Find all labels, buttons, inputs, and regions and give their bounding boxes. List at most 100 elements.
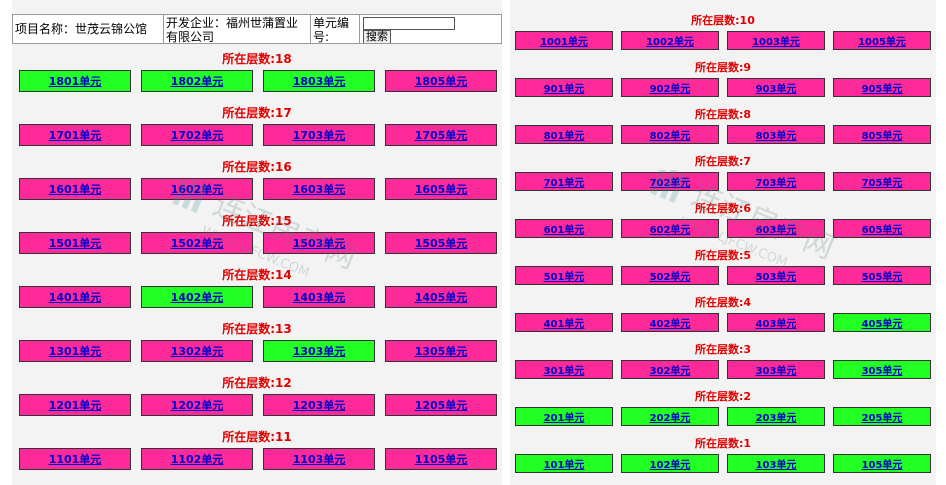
unit-button[interactable]: 1501单元	[19, 232, 131, 254]
unit-button[interactable]: 602单元	[621, 219, 719, 238]
unit-button[interactable]: 305单元	[833, 360, 931, 379]
unit-button[interactable]: 703单元	[727, 172, 825, 191]
unit-button[interactable]: 902单元	[621, 78, 719, 97]
unit-button[interactable]: 1203单元	[263, 394, 375, 416]
unit-button[interactable]: 403单元	[727, 313, 825, 332]
unit-button[interactable]: 1701单元	[19, 124, 131, 146]
floor-label: 所在层数:16	[222, 160, 292, 174]
floor-label: 所在层数:18	[222, 52, 292, 66]
unit-button[interactable]: 1705单元	[385, 124, 497, 146]
unit-button[interactable]: 505单元	[833, 266, 931, 285]
unit-button[interactable]: 1005单元	[833, 31, 931, 50]
unit-button[interactable]: 1303单元	[263, 340, 375, 362]
floor-label: 所在层数:14	[222, 268, 292, 282]
unit-button[interactable]: 1605单元	[385, 178, 497, 200]
floor-label: 所在层数:5	[694, 249, 752, 262]
right-floor-panel: 所在层数:10 1001单元 1002单元 1003单元 1005单元所在层数:9 901…	[510, 0, 936, 485]
unit-button[interactable]: 105单元	[833, 454, 931, 473]
unit-button[interactable]: 405单元	[833, 313, 931, 332]
unit-button[interactable]: 1702单元	[141, 124, 253, 146]
unit-button[interactable]: 101单元	[515, 454, 613, 473]
watermark-logo-2: 连江房产网 WWW.LJFCW.COM	[650, 170, 839, 271]
left-floor-panel: 项目名称：世茂云锦公馆 开发企业：福州世蒲置业有限公司 单元编号: 搜索 所在层…	[12, 0, 502, 485]
floor-label: 所在层数:1	[694, 437, 752, 450]
developer-name: 开发企业：福州世蒲置业有限公司	[164, 15, 311, 43]
unit-button[interactable]: 102单元	[621, 454, 719, 473]
unit-button[interactable]: 302单元	[621, 360, 719, 379]
unit-button[interactable]: 705单元	[833, 172, 931, 191]
unit-button[interactable]: 605单元	[833, 219, 931, 238]
unit-button[interactable]: 402单元	[621, 313, 719, 332]
unit-button[interactable]: 1103单元	[263, 448, 375, 470]
unit-button[interactable]: 303单元	[727, 360, 825, 379]
floor-label: 所在层数:12	[222, 376, 292, 390]
search-header: 项目名称：世茂云锦公馆 开发企业：福州世蒲置业有限公司 单元编号: 搜索	[12, 14, 502, 44]
unit-button[interactable]: 1205单元	[385, 394, 497, 416]
unit-button[interactable]: 1003单元	[727, 31, 825, 50]
unit-button[interactable]: 1301单元	[19, 340, 131, 362]
unit-button[interactable]: 103单元	[727, 454, 825, 473]
unit-button[interactable]: 501单元	[515, 266, 613, 285]
floor-label: 所在层数:3	[694, 343, 752, 356]
unit-number-label: 单元编号:	[311, 15, 360, 43]
unit-button[interactable]: 502单元	[621, 266, 719, 285]
unit-button[interactable]: 702单元	[621, 172, 719, 191]
unit-number-input[interactable]	[363, 17, 455, 30]
unit-button[interactable]: 802单元	[621, 125, 719, 144]
unit-button[interactable]: 201单元	[515, 407, 613, 426]
unit-button[interactable]: 1703单元	[263, 124, 375, 146]
unit-button[interactable]: 803单元	[727, 125, 825, 144]
unit-button[interactable]: 701单元	[515, 172, 613, 191]
unit-button[interactable]: 601单元	[515, 219, 613, 238]
unit-button[interactable]: 1405单元	[385, 286, 497, 308]
floor-label: 所在层数:17	[222, 106, 292, 120]
floor-label: 所在层数:9	[694, 61, 752, 74]
unit-button[interactable]: 401单元	[515, 313, 613, 332]
unit-button[interactable]: 603单元	[727, 219, 825, 238]
unit-button[interactable]: 1101单元	[19, 448, 131, 470]
unit-button[interactable]: 1402单元	[141, 286, 253, 308]
unit-button[interactable]: 1505单元	[385, 232, 497, 254]
floor-label: 所在层数:8	[694, 108, 752, 121]
unit-button[interactable]: 1001单元	[515, 31, 613, 50]
unit-button[interactable]: 1805单元	[385, 70, 497, 92]
floor-label: 所在层数:6	[694, 202, 752, 215]
unit-button[interactable]: 805单元	[833, 125, 931, 144]
unit-button[interactable]: 1302单元	[141, 340, 253, 362]
floor-label: 所在层数:15	[222, 214, 292, 228]
floor-label: 所在层数:10	[691, 14, 755, 27]
unit-button[interactable]: 1601单元	[19, 178, 131, 200]
floor-label: 所在层数:4	[694, 296, 752, 309]
floor-label: 所在层数:2	[694, 390, 752, 403]
unit-button[interactable]: 1305单元	[385, 340, 497, 362]
floor-label: 所在层数:13	[222, 322, 292, 336]
unit-button[interactable]: 1403单元	[263, 286, 375, 308]
unit-button[interactable]: 1603单元	[263, 178, 375, 200]
unit-button[interactable]: 301单元	[515, 360, 613, 379]
unit-button[interactable]: 203单元	[727, 407, 825, 426]
unit-button[interactable]: 901单元	[515, 78, 613, 97]
unit-button[interactable]: 903单元	[727, 78, 825, 97]
unit-button[interactable]: 1503单元	[263, 232, 375, 254]
unit-button[interactable]: 1602单元	[141, 178, 253, 200]
unit-button[interactable]: 1105单元	[385, 448, 497, 470]
unit-button[interactable]: 202单元	[621, 407, 719, 426]
unit-button[interactable]: 1803单元	[263, 70, 375, 92]
unit-button[interactable]: 1401单元	[19, 286, 131, 308]
project-name: 项目名称：世茂云锦公馆	[13, 15, 164, 43]
floor-label: 所在层数:11	[222, 430, 292, 444]
search-cell: 搜索	[360, 15, 501, 43]
unit-button[interactable]: 205单元	[833, 407, 931, 426]
unit-button[interactable]: 1002单元	[621, 31, 719, 50]
unit-button[interactable]: 801单元	[515, 125, 613, 144]
floor-label: 所在层数:7	[694, 155, 752, 168]
unit-button[interactable]: 1102单元	[141, 448, 253, 470]
search-button[interactable]: 搜索	[363, 30, 391, 43]
unit-button[interactable]: 1801单元	[19, 70, 131, 92]
unit-button[interactable]: 1502单元	[141, 232, 253, 254]
unit-button[interactable]: 905单元	[833, 78, 931, 97]
unit-button[interactable]: 503单元	[727, 266, 825, 285]
unit-button[interactable]: 1202单元	[141, 394, 253, 416]
unit-button[interactable]: 1802单元	[141, 70, 253, 92]
unit-button[interactable]: 1201单元	[19, 394, 131, 416]
